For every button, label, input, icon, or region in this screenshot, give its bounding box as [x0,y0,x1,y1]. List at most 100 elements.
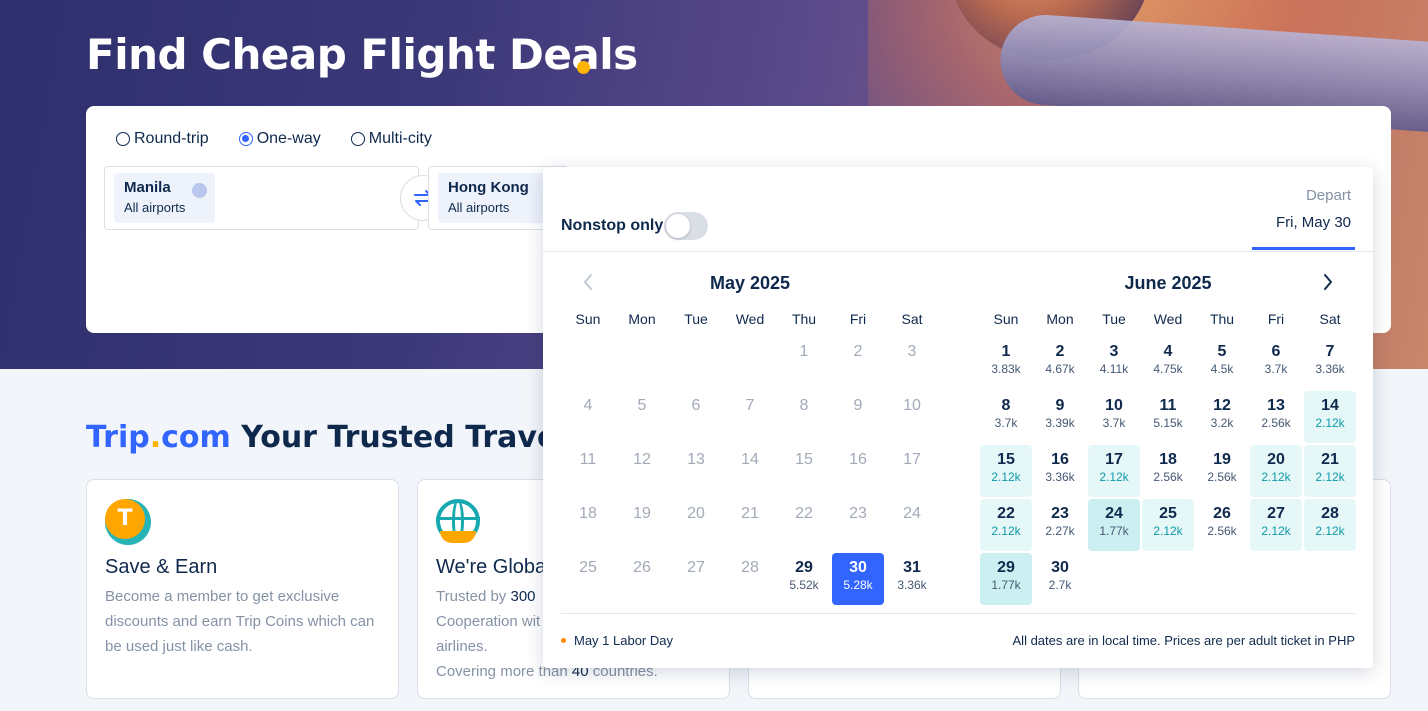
date-number: 10 [903,397,921,414]
date-number: 17 [1105,451,1123,468]
trip-type-one-way[interactable]: One-way [238,130,321,148]
origin-chip[interactable]: Manila All airports [114,173,215,223]
date-cell[interactable]: 30 2.7k [1034,553,1086,605]
date-number: 15 [997,451,1015,468]
date-cell[interactable]: 21 2.12k [1304,445,1356,497]
weekday-header: Thu [1209,311,1235,327]
date-number: 30 [1051,559,1069,576]
date-price: 4.5k [1210,362,1234,376]
date-number: 6 [691,397,701,414]
date-cell[interactable]: 26 2.56k [1196,499,1248,551]
date-cell[interactable]: 31 3.36k [886,553,938,605]
date-number: 30 [849,559,867,576]
date-price: 2.12k [991,470,1021,484]
origin-field[interactable]: Manila All airports [104,166,419,230]
date-cell: 26 [616,553,668,605]
date-cell[interactable]: 28 2.12k [1304,499,1356,551]
date-cell: 3 [886,337,938,389]
date-number: 29 [795,559,813,576]
date-cell[interactable]: 12 3.2k [1196,391,1248,443]
date-number: 27 [687,559,705,576]
date-price: 2.12k [1315,470,1345,484]
date-cell: 2 [832,337,884,389]
date-cell[interactable]: 6 3.7k [1250,337,1302,389]
date-cell[interactable]: 23 2.27k [1034,499,1086,551]
date-price: 2.12k [1315,524,1345,538]
date-cell[interactable]: 29 1.77k [980,553,1032,605]
date-cell[interactable]: 18 2.56k [1142,445,1194,497]
weekday-header: Fri [1267,311,1285,327]
date-price: 2.12k [991,524,1021,538]
weekday-header: Sat [901,311,923,327]
date-number: 7 [1325,343,1335,360]
date-price: 3.36k [1045,470,1075,484]
date-number: 11 [1159,397,1177,414]
date-cell[interactable]: 4 4.75k [1142,337,1194,389]
date-price: 3.7k [1264,362,1288,376]
origin-airports: All airports [124,200,186,215]
date-number: 12 [1213,397,1231,414]
weekday-header: Fri [849,311,867,327]
date-number: 11 [579,451,597,468]
date-number: 5 [1217,343,1227,360]
date-cell[interactable]: 5 4.5k [1196,337,1248,389]
weekday-header: Tue [1102,311,1126,327]
date-cell[interactable]: 17 2.12k [1088,445,1140,497]
remove-origin-icon[interactable] [192,183,207,198]
weekday-header: Tue [684,311,708,327]
card-title: We're Globa [436,556,547,578]
date-price: 3.83k [991,362,1021,376]
date-cell[interactable]: 25 2.12k [1142,499,1194,551]
date-number: 3 [907,343,917,360]
date-cell[interactable]: 8 3.7k [980,391,1032,443]
date-cell[interactable]: 22 2.12k [980,499,1032,551]
date-cell[interactable]: 19 2.56k [1196,445,1248,497]
radio-selected-icon[interactable] [238,132,253,146]
weekday-header: Thu [791,311,817,327]
date-price: 3.39k [1045,416,1075,430]
date-price: 2.27k [1045,524,1075,538]
date-cell[interactable]: 1 3.83k [980,337,1032,389]
weekday-header: Wed [735,311,765,327]
radio-icon[interactable] [350,132,365,146]
date-number: 2 [853,343,863,360]
date-cell[interactable]: 7 3.36k [1304,337,1356,389]
hand-icon [440,531,476,543]
date-cell[interactable]: 16 3.36k [1034,445,1086,497]
radio-icon[interactable] [116,132,130,146]
date-cell[interactable]: 9 3.39k [1034,391,1086,443]
trip-type-round-trip[interactable]: Round-trip [116,130,209,148]
date-cell[interactable]: 13 2.56k [1250,391,1302,443]
trip-type-label: Round-trip [134,130,209,147]
date-cell[interactable]: 10 3.7k [1088,391,1140,443]
date-price: 2.12k [1315,416,1345,430]
trip-type-multi-city[interactable]: Multi-city [350,130,432,148]
date-cell[interactable]: 11 5.15k [1142,391,1194,443]
date-number: 25 [1159,505,1177,522]
date-price: 1.77k [991,578,1021,592]
weekday-header: Wed [1153,311,1183,327]
date-cell[interactable]: 27 2.12k [1250,499,1302,551]
date-cell[interactable]: 2 4.67k [1034,337,1086,389]
card-description: Become a member to get exclusive discoun… [105,588,375,655]
month-title: May 2025 [709,273,791,293]
date-number: 17 [903,451,921,468]
date-cell[interactable]: 29 5.52k [778,553,830,605]
date-price: 2.12k [1153,524,1183,538]
date-number: 21 [1321,451,1339,468]
depart-date[interactable]: Fri, May 30 [1276,214,1351,231]
date-price: 5.15k [1153,416,1183,430]
nonstop-toggle[interactable] [664,212,708,240]
weekday-header: Mon [628,311,656,327]
date-cell[interactable]: 15 2.12k [980,445,1032,497]
destination-chip[interactable]: Hong Kong All airports [438,173,554,223]
date-number: 16 [1051,451,1069,468]
selected-date-cell[interactable]: 30 5.28k [832,553,884,605]
date-number: 19 [633,505,651,522]
date-cell[interactable]: 20 2.12k [1250,445,1302,497]
date-cell[interactable]: 14 2.12k [1304,391,1356,443]
holiday-legend: May 1 Labor Day [561,633,673,648]
date-number: 28 [741,559,759,576]
date-cell[interactable]: 24 1.77k [1088,499,1140,551]
date-cell[interactable]: 3 4.11k [1088,337,1140,389]
